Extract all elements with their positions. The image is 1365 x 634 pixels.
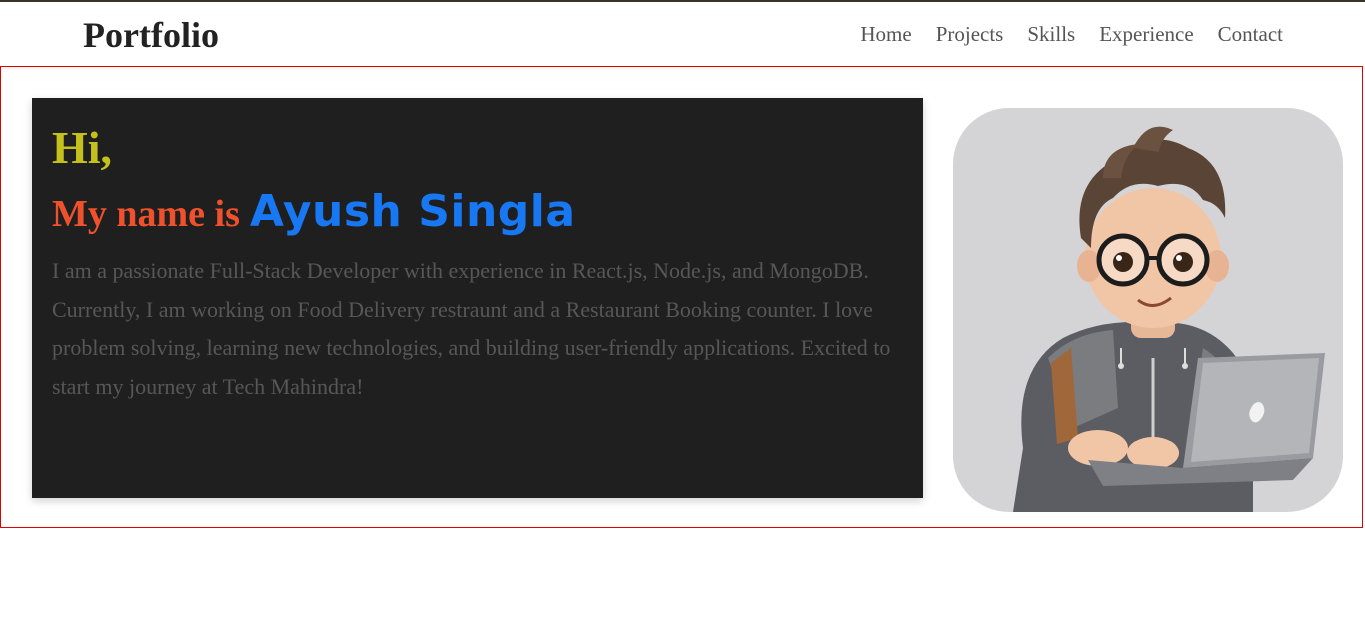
- avatar-image: [953, 108, 1343, 512]
- developer-avatar-icon: [1013, 126, 1325, 512]
- person-name: Ayush Singla: [249, 186, 576, 237]
- nav-experience[interactable]: Experience: [1099, 20, 1193, 48]
- name-prefix: My name is: [52, 193, 240, 235]
- intro-card: Hi, My name is Ayush Singla I am a passio…: [32, 98, 923, 498]
- nav-projects[interactable]: Projects: [936, 20, 1004, 48]
- brand-logo[interactable]: Portfolio: [83, 15, 219, 55]
- nav-contact[interactable]: Contact: [1218, 20, 1283, 48]
- navbar: Portfolio Home Projects Skills Experienc…: [0, 2, 1365, 66]
- name-heading: My name is Ayush Singla: [52, 186, 576, 237]
- nav-skills[interactable]: Skills: [1027, 20, 1075, 48]
- greeting: Hi,: [52, 122, 113, 173]
- nav-home[interactable]: Home: [860, 20, 911, 48]
- main-nav: Home Projects Skills Experience Contact: [860, 20, 1283, 48]
- bio-paragraph: I am a passionate Full-Stack Developer w…: [52, 258, 891, 399]
